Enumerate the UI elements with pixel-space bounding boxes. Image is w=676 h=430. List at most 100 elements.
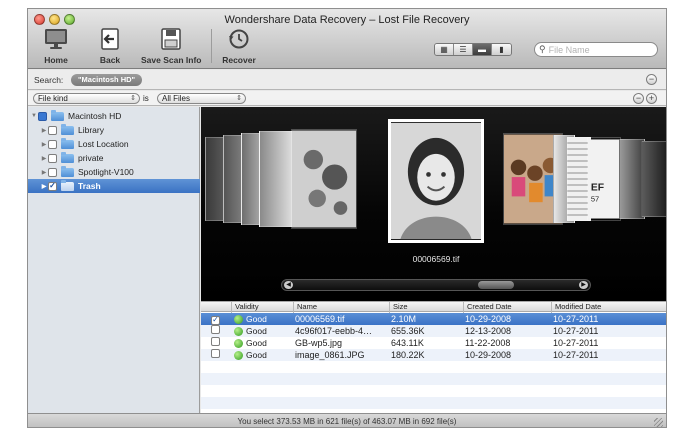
file-table: Validity Name Size Created Date Modified… <box>201 301 666 413</box>
search-input[interactable] <box>548 44 649 55</box>
file-kind-select[interactable]: File kind ⇕ <box>33 93 140 104</box>
app-window: Wondershare Data Recovery – Lost File Re… <box>27 8 667 428</box>
scroll-left-button[interactable]: ◀ <box>284 281 293 289</box>
tree-item-label: Library <box>78 125 104 135</box>
validity-text: Good <box>246 326 267 336</box>
disclosure-closed-icon[interactable]: ▶ <box>40 155 48 162</box>
row-checkbox[interactable] <box>211 337 220 346</box>
table-row[interactable]: Good GB-wp5.jpg 643.11K 11-22-2008 10-27… <box>201 337 666 349</box>
table-row[interactable]: ✓ Good 00006569.tif 2.10M 10-29-2008 10-… <box>201 313 666 325</box>
column-header-modified[interactable]: Modified Date <box>551 302 666 313</box>
cover-flow-scrollbar[interactable]: ◀ ▶ <box>281 279 591 291</box>
checkbox-library[interactable] <box>48 125 57 135</box>
column-header-validity[interactable]: Validity <box>231 302 293 313</box>
size-cell: 643.11K <box>391 338 424 348</box>
cover-flow-scroll-thumb[interactable] <box>478 281 514 289</box>
remove-search-button[interactable]: − <box>646 74 657 85</box>
recover-button-label: Recover <box>222 55 256 65</box>
tree-item-macintosh-hd[interactable]: ▼ Macintosh HD <box>28 109 200 123</box>
tree-item-trash[interactable]: ▶ ✓ Trash <box>28 179 200 193</box>
drive-icon <box>51 109 64 121</box>
back-button-label: Back <box>99 55 121 65</box>
tree-item-spotlight[interactable]: ▶ Spotlight-V100 <box>28 165 200 179</box>
file-type-select[interactable]: All Files ⇕ <box>157 93 246 104</box>
column-header-name[interactable]: Name <box>293 302 389 313</box>
row-checkbox[interactable] <box>211 325 220 334</box>
resize-grip-icon[interactable] <box>654 418 663 427</box>
name-cell: GB-wp5.jpg <box>295 338 343 348</box>
empty-row <box>201 385 666 397</box>
row-checkbox[interactable] <box>211 349 220 358</box>
search-label: Search: <box>34 75 64 85</box>
remove-filter-button[interactable]: − <box>633 93 644 104</box>
status-good-icon <box>234 338 243 348</box>
column-header-check[interactable] <box>201 302 231 313</box>
column-view-button[interactable]: ▬ <box>473 44 492 55</box>
checkbox-spotlight[interactable] <box>48 167 57 177</box>
svg-text:EF: EF <box>591 182 604 193</box>
disclosure-closed-icon[interactable]: ▶ <box>40 169 48 176</box>
disclosure-closed-icon[interactable]: ▶ <box>40 127 48 134</box>
checkbox-trash[interactable]: ✓ <box>48 181 57 191</box>
icon-view-button[interactable]: ▦ <box>435 44 454 55</box>
select-arrows-icon: ⇕ <box>130 95 136 102</box>
search-scope-chip[interactable]: "Macintosh HD" <box>71 74 143 86</box>
tree-item-lost-location[interactable]: ▶ Lost Location <box>28 137 200 151</box>
window-title: Wondershare Data Recovery – Lost File Re… <box>224 14 470 26</box>
thumbnail-right-6[interactable] <box>641 141 666 217</box>
thumbnail-right-4[interactable]: EF 57 <box>587 137 621 221</box>
back-button[interactable]: Back <box>80 27 140 65</box>
view-mode-switcher: ▦ ☰ ▬ ▮ <box>434 43 512 56</box>
current-file-name: 00006569.tif <box>412 254 460 264</box>
tree-item-private[interactable]: ▶ private <box>28 151 200 165</box>
modified-cell: 10-27-2011 <box>553 326 599 336</box>
save-scan-info-button[interactable]: Save Scan Info <box>141 27 201 65</box>
home-button[interactable]: Home <box>28 27 86 65</box>
disclosure-closed-icon[interactable]: ▶ <box>40 183 48 190</box>
thumbnail-current[interactable] <box>388 119 484 243</box>
tree-item-label: Trash <box>78 181 101 191</box>
name-cell: 00006569.tif <box>295 314 345 324</box>
size-cell: 180.22K <box>391 350 425 360</box>
status-good-icon <box>234 326 243 336</box>
modified-cell: 10-27-2011 <box>553 314 599 324</box>
scroll-right-button[interactable]: ▶ <box>579 281 588 289</box>
table-row[interactable]: Good 4c96f017-eebb-4… 655.36K 12-13-2008… <box>201 325 666 337</box>
disclosure-closed-icon[interactable]: ▶ <box>40 141 48 148</box>
checkbox-macintosh-hd[interactable] <box>38 111 47 121</box>
table-row[interactable]: Good image_0861.JPG 180.22K 10-29-2008 1… <box>201 349 666 361</box>
modified-cell: 10-27-2011 <box>553 350 599 360</box>
created-cell: 10-29-2008 <box>465 314 512 324</box>
validity-text: Good <box>246 338 267 348</box>
row-checkbox[interactable]: ✓ <box>211 315 220 325</box>
add-filter-button[interactable]: + <box>646 93 657 104</box>
coverflow-view-button[interactable]: ▮ <box>492 44 511 55</box>
table-body: ✓ Good 00006569.tif 2.10M 10-29-2008 10-… <box>201 313 666 413</box>
tree-item-label: Lost Location <box>78 139 129 149</box>
checkbox-lost-location[interactable] <box>48 139 57 149</box>
list-view-button[interactable]: ☰ <box>454 44 473 55</box>
file-name-search[interactable]: ⚲ <box>534 42 658 57</box>
checkbox-private[interactable] <box>48 153 57 163</box>
recover-button[interactable]: Recover <box>209 27 269 65</box>
floppy-disk-icon <box>161 28 181 50</box>
disclosure-open-icon[interactable]: ▼ <box>30 113 38 119</box>
status-good-icon <box>234 314 243 324</box>
column-header-size[interactable]: Size <box>389 302 463 313</box>
select-arrows-icon: ⇕ <box>236 95 242 102</box>
folder-icon <box>61 165 74 177</box>
size-cell: 655.36K <box>391 326 425 336</box>
name-cell: 4c96f017-eebb-4… <box>295 326 373 336</box>
svg-text:57: 57 <box>591 195 599 204</box>
modified-cell: 10-27-2011 <box>553 338 599 348</box>
thumbnail-left-1[interactable] <box>291 129 357 229</box>
column-header-created[interactable]: Created Date <box>463 302 551 313</box>
folder-icon <box>61 123 74 135</box>
tree-item-library[interactable]: ▶ Library <box>28 123 200 137</box>
search-icon: ⚲ <box>539 44 546 54</box>
filter-bar: File kind ⇕ is All Files ⇕ − + <box>28 91 666 106</box>
toolbar: Wondershare Data Recovery – Lost File Re… <box>28 9 666 69</box>
home-button-label: Home <box>44 55 68 65</box>
folder-icon <box>61 179 74 191</box>
created-cell: 11-22-2008 <box>465 338 511 348</box>
